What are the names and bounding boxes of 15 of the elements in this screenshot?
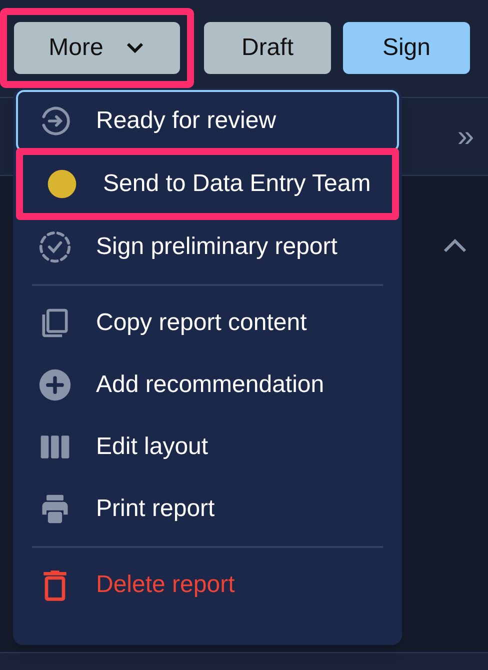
- menu-item[interactable]: Add recommendation: [16, 354, 399, 416]
- chevron-up-icon[interactable]: [442, 238, 468, 254]
- menu-item[interactable]: Print report: [16, 478, 399, 540]
- menu-item[interactable]: Delete report: [16, 554, 399, 616]
- plus-circle-icon: [38, 368, 72, 402]
- menu-item[interactable]: Copy report content: [16, 292, 399, 354]
- toolbar-button[interactable]: Sign: [343, 22, 470, 74]
- expand-icon[interactable]: »: [457, 114, 474, 159]
- chevron-down-icon: [125, 41, 146, 55]
- menu-item[interactable]: Send to Data Entry Team: [23, 155, 392, 213]
- menu-item[interactable]: Edit layout: [16, 416, 399, 478]
- toolbar-button[interactable]: Draft: [204, 22, 331, 74]
- more-dropdown-button[interactable]: More: [14, 22, 180, 74]
- menu-item[interactable]: Sign preliminary report: [16, 216, 399, 278]
- dashed-check-circle-icon: [38, 230, 72, 264]
